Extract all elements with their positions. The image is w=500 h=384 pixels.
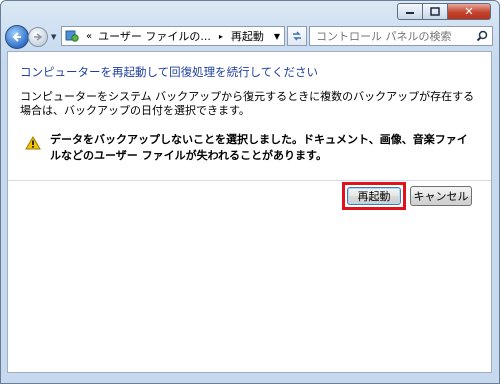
minimize-button[interactable] [397,3,423,20]
cancel-button[interactable]: キャンセル [410,186,472,206]
breadcrumb-separator-icon[interactable]: ▸ [219,32,223,41]
search-icon[interactable] [476,30,488,42]
back-arrow-icon [12,32,21,42]
window: ✕ ▼ « ユーザー ファイルの... ▸ 再起動 ▼ コンピュ [0,0,500,384]
page-title: コンピューターを再起動して回復処理を続行してください [20,65,318,79]
highlight-frame: 再起動 [342,182,406,210]
divider [8,180,491,181]
back-button[interactable] [5,25,29,49]
address-bar[interactable]: « ユーザー ファイルの... ▸ 再起動 ▼ [61,26,285,46]
minimize-icon [406,11,414,14]
restart-button[interactable]: 再起動 [347,187,401,205]
forward-button[interactable] [28,27,48,47]
refresh-button[interactable] [287,26,307,46]
address-dropdown-icon[interactable]: ▼ [274,32,280,41]
close-button[interactable]: ✕ [448,3,491,20]
caption-buttons: ✕ [397,3,491,20]
forward-arrow-icon [34,33,43,41]
breadcrumb-restart[interactable]: 再起動 [231,28,264,44]
description-text: コンピューターをシステム バックアップから復元するときに複数のバックアップが存在… [20,90,475,117]
address-overflow-icon[interactable]: « [86,31,92,42]
breadcrumb-user-files[interactable]: ユーザー ファイルの... [98,28,211,44]
maximize-button[interactable] [423,3,448,20]
content-panel: コンピューターを再起動して回復処理を続行してください コンピューターをシステム … [7,51,492,373]
recent-pages-dropdown-icon[interactable]: ▼ [51,33,56,41]
maximize-icon [430,7,440,16]
refresh-icon [293,31,301,41]
search-box[interactable] [309,26,493,46]
search-input[interactable] [314,28,468,44]
navigation-bar: ▼ « ユーザー ファイルの... ▸ 再起動 ▼ [1,23,499,51]
control-panel-icon [64,28,80,44]
warning-message: データをバックアップしないことを選択しました。ドキュメント、画像、音楽ファイルな… [24,132,476,164]
warning-text: データをバックアップしないことを選択しました。ドキュメント、画像、音楽ファイルな… [50,133,468,162]
warning-icon [25,136,41,150]
close-icon: ✕ [464,5,474,18]
